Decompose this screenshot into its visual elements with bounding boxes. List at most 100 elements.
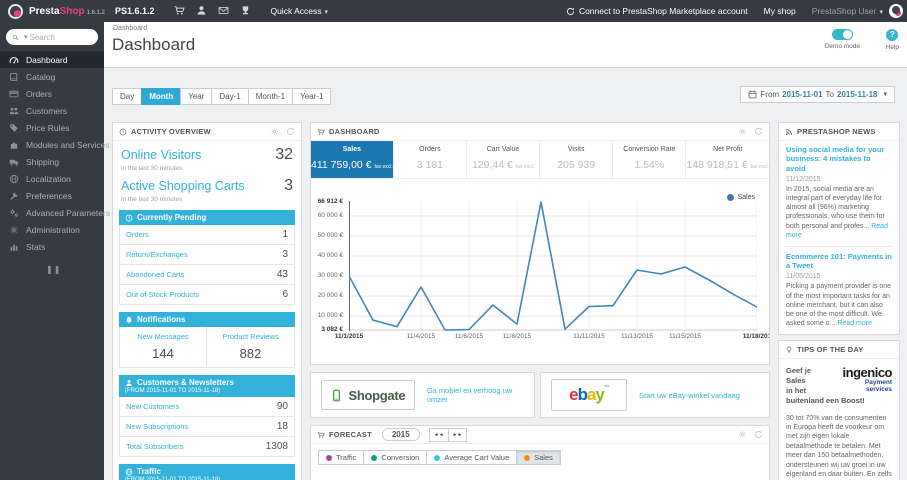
- my-shop-link[interactable]: My shop: [764, 6, 796, 16]
- sidebar-item-customers[interactable]: Customers: [0, 102, 104, 119]
- new-customers-link[interactable]: New Customers: [126, 402, 179, 411]
- news-article-title[interactable]: Using social media for your business: 4 …: [786, 145, 892, 173]
- shopgate-link[interactable]: Ga mobiel en verhoog uw omzet: [427, 386, 524, 404]
- chart-legend: Sales: [727, 194, 755, 201]
- marketplace-link[interactable]: Connect to PrestaShop Marketplace accoun…: [566, 6, 748, 16]
- ingenico-logo[interactable]: ingenico Payment services: [818, 366, 893, 393]
- panel-refresh-icon[interactable]: [286, 123, 295, 141]
- rss-icon: [785, 128, 793, 136]
- main-content: Day Month Year Day-1 Month-1 Year-1 From…: [104, 68, 907, 480]
- range-day-button[interactable]: Day: [112, 88, 143, 105]
- cart-icon: [317, 128, 325, 136]
- conversion-dot: [371, 454, 378, 461]
- sidebar-search: ▾: [6, 29, 98, 45]
- sidebar-item-preferences[interactable]: Preferences: [0, 187, 104, 204]
- total-subscribers-link[interactable]: Total Subscribers: [126, 442, 184, 451]
- tips-of-the-day-panel: TIPS OF THE DAY ingenico Payment services…: [778, 340, 900, 480]
- ebay-logo[interactable]: ebay™: [551, 379, 627, 411]
- active-carts-link[interactable]: Active Shopping Carts: [121, 179, 245, 193]
- date-range-picker[interactable]: From 2015-11-01 To 2015-11-18 ▾: [740, 86, 895, 103]
- find-more-news-link[interactable]: Find more news: [786, 328, 892, 334]
- kpi-visits[interactable]: Visits 205 939: [539, 141, 612, 178]
- envelope-icon[interactable]: [212, 2, 234, 20]
- legend-conversion-button[interactable]: Conversion: [363, 450, 428, 465]
- panel-title: ACTIVITY OVERVIEW: [131, 127, 211, 136]
- ebay-link[interactable]: Start uw eBay-winkel vandaag: [639, 391, 740, 400]
- legend-average-cart-value-button[interactable]: Average Cart Value: [426, 450, 518, 465]
- trophy-icon[interactable]: [234, 2, 256, 20]
- help-icon[interactable]: ?: [886, 29, 899, 41]
- online-visitors-link[interactable]: Online Visitors: [121, 148, 201, 162]
- shopgate-logo[interactable]: Shopgate: [321, 380, 415, 410]
- sidebar-item-modules[interactable]: Modules and Services: [0, 136, 110, 153]
- table-row: Abandoned Carts 43: [119, 265, 295, 285]
- previous-year-button[interactable]: ◄◄: [428, 427, 449, 442]
- kpi-sales[interactable]: Sales 411 759,00 € tax excl.: [311, 141, 393, 178]
- kpi-cart-value[interactable]: Cart Value 129,44 € tax excl.: [465, 141, 539, 178]
- product-reviews-link[interactable]: Product Reviews: [209, 332, 292, 341]
- kpi-net-profit[interactable]: Net Profit 148 918,51 € tax excl.: [685, 141, 769, 178]
- sidebar-item-catalog[interactable]: Catalog: [0, 68, 104, 85]
- news-article-body: Picking a payment provider is one of the…: [786, 283, 892, 327]
- sidebar-item-price-rules[interactable]: Price Rules: [0, 119, 104, 136]
- kpi-conversion-rate[interactable]: Conversion Rate 1.54%: [612, 141, 685, 178]
- range-month-1-button[interactable]: Month-1: [247, 88, 294, 105]
- notifications-grid: New Messages 144 Product Reviews 882: [119, 327, 295, 368]
- chevron-down-icon: ▾: [883, 91, 887, 98]
- range-year-button[interactable]: Year: [180, 88, 213, 105]
- brand-version: 1.6.1.2: [86, 9, 105, 16]
- search-icon[interactable]: [12, 34, 19, 41]
- divider: [786, 245, 892, 247]
- search-scope-caret-icon[interactable]: ▾: [24, 33, 28, 41]
- y-axis-label: 10 000 €: [317, 312, 343, 320]
- out-of-stock-link[interactable]: Out of Stock Products: [126, 290, 199, 299]
- sidebar-item-stats[interactable]: Stats: [0, 238, 104, 255]
- product-reviews-cell: Product Reviews 882: [207, 327, 295, 368]
- prestashop-logo[interactable]: [8, 3, 23, 19]
- sidebar-item-dashboard[interactable]: Dashboard: [0, 51, 104, 68]
- person-icon[interactable]: [190, 2, 212, 20]
- sidebar-item-localization[interactable]: Localization: [0, 170, 104, 187]
- kpi-orders[interactable]: Orders 3 181: [392, 141, 466, 178]
- abandoned-carts-link[interactable]: Abandoned Carts: [126, 270, 184, 279]
- calendar-icon: [748, 90, 757, 99]
- user-menu[interactable]: PrestaShop User ▾: [812, 6, 883, 16]
- search-input[interactable]: [29, 32, 88, 42]
- range-day-1-button[interactable]: Day-1: [211, 88, 249, 105]
- panel-settings-icon[interactable]: [270, 123, 279, 141]
- panel-refresh-icon[interactable]: [754, 426, 763, 444]
- quick-access-menu[interactable]: Quick Access ▾: [270, 6, 328, 16]
- news-article-title[interactable]: Ecommerce 101: Payments in a Tweet: [786, 252, 892, 271]
- new-subscriptions-link[interactable]: New Subscriptions: [126, 422, 188, 431]
- sidebar-collapse-button[interactable]: ❚❚: [46, 265, 60, 274]
- x-axis-label: 11/8/2015: [502, 333, 532, 340]
- read-more-link[interactable]: Read more: [837, 320, 872, 327]
- tags-icon: [9, 123, 19, 133]
- sidebar-item-advanced-parameters[interactable]: Advanced Parameters: [0, 204, 110, 221]
- range-year-1-button[interactable]: Year-1: [292, 88, 332, 105]
- cart-icon[interactable]: [168, 2, 190, 20]
- sales-chart: Sales 66 912 € 60 000 € 50 000 € 40 000 € 30…: [311, 179, 769, 364]
- returns-link[interactable]: Return/Exchanges: [126, 250, 188, 259]
- next-year-button[interactable]: ►►: [447, 427, 468, 442]
- panel-refresh-icon[interactable]: [754, 123, 763, 141]
- new-messages-link[interactable]: New Messages: [122, 332, 204, 341]
- x-axis-label: 11/1/2015: [334, 333, 364, 340]
- orders-link[interactable]: Orders: [126, 230, 149, 239]
- sidebar-item-orders[interactable]: Orders: [0, 85, 104, 102]
- breadcrumb[interactable]: Dashboard: [113, 25, 147, 32]
- range-month-button[interactable]: Month: [141, 88, 182, 105]
- panel-settings-icon[interactable]: [738, 123, 747, 141]
- online-visitors-stat: Online Visitors in the last 30 minutes 3…: [121, 146, 293, 172]
- lightbulb-icon: [785, 346, 793, 354]
- sidebar-item-administration[interactable]: Administration: [0, 221, 104, 238]
- legend-sales-button[interactable]: Sales: [516, 450, 561, 465]
- sidebar-item-shipping[interactable]: Shipping: [0, 153, 104, 170]
- panel-settings-icon[interactable]: [738, 426, 747, 444]
- user-avatar[interactable]: [889, 4, 903, 18]
- group-icon: [9, 106, 19, 116]
- legend-traffic-button[interactable]: Traffic: [318, 450, 365, 465]
- help-label: Help: [885, 44, 899, 51]
- cart-icon: [317, 431, 325, 439]
- demo-mode-toggle[interactable]: [831, 29, 853, 40]
